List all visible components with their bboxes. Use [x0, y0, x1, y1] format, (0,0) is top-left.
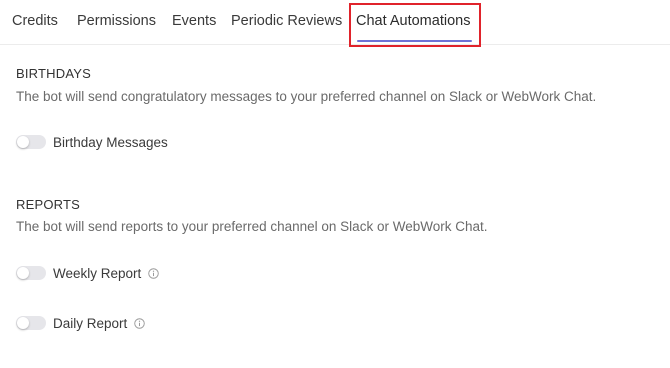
weekly-report-toggle[interactable] — [16, 266, 46, 280]
weekly-report-label: Weekly Report — [53, 265, 142, 281]
birthday-messages-toggle[interactable] — [16, 135, 46, 149]
reports-section-description: The bot will send reports to your prefer… — [16, 219, 488, 234]
daily-report-toggle[interactable] — [16, 316, 46, 330]
tab-periodic-reviews[interactable]: Periodic Reviews — [231, 13, 342, 29]
birthdays-section-title: BIRTHDAYS — [16, 66, 92, 81]
tab-permissions[interactable]: Permissions — [77, 13, 156, 29]
birthday-messages-label: Birthday Messages — [53, 134, 168, 150]
weekly-report-row: Weekly Report — [16, 263, 160, 283]
toggle-knob — [17, 317, 29, 329]
reports-section-title: REPORTS — [16, 197, 81, 212]
tab-credits[interactable]: Credits — [12, 13, 58, 29]
daily-report-row: Daily Report — [16, 313, 146, 333]
toggle-knob — [17, 267, 29, 279]
toggle-knob — [17, 136, 29, 148]
birthdays-section-description: The bot will send congratulatory message… — [16, 89, 597, 104]
active-tab-highlight-box — [349, 3, 481, 47]
daily-report-label: Daily Report — [53, 315, 128, 331]
settings-tab-bar: Credits Permissions Events Periodic Revi… — [0, 0, 670, 45]
info-icon[interactable] — [134, 317, 146, 329]
birthday-messages-row: Birthday Messages — [16, 132, 168, 152]
info-icon[interactable] — [148, 267, 160, 279]
tab-events[interactable]: Events — [172, 13, 216, 29]
